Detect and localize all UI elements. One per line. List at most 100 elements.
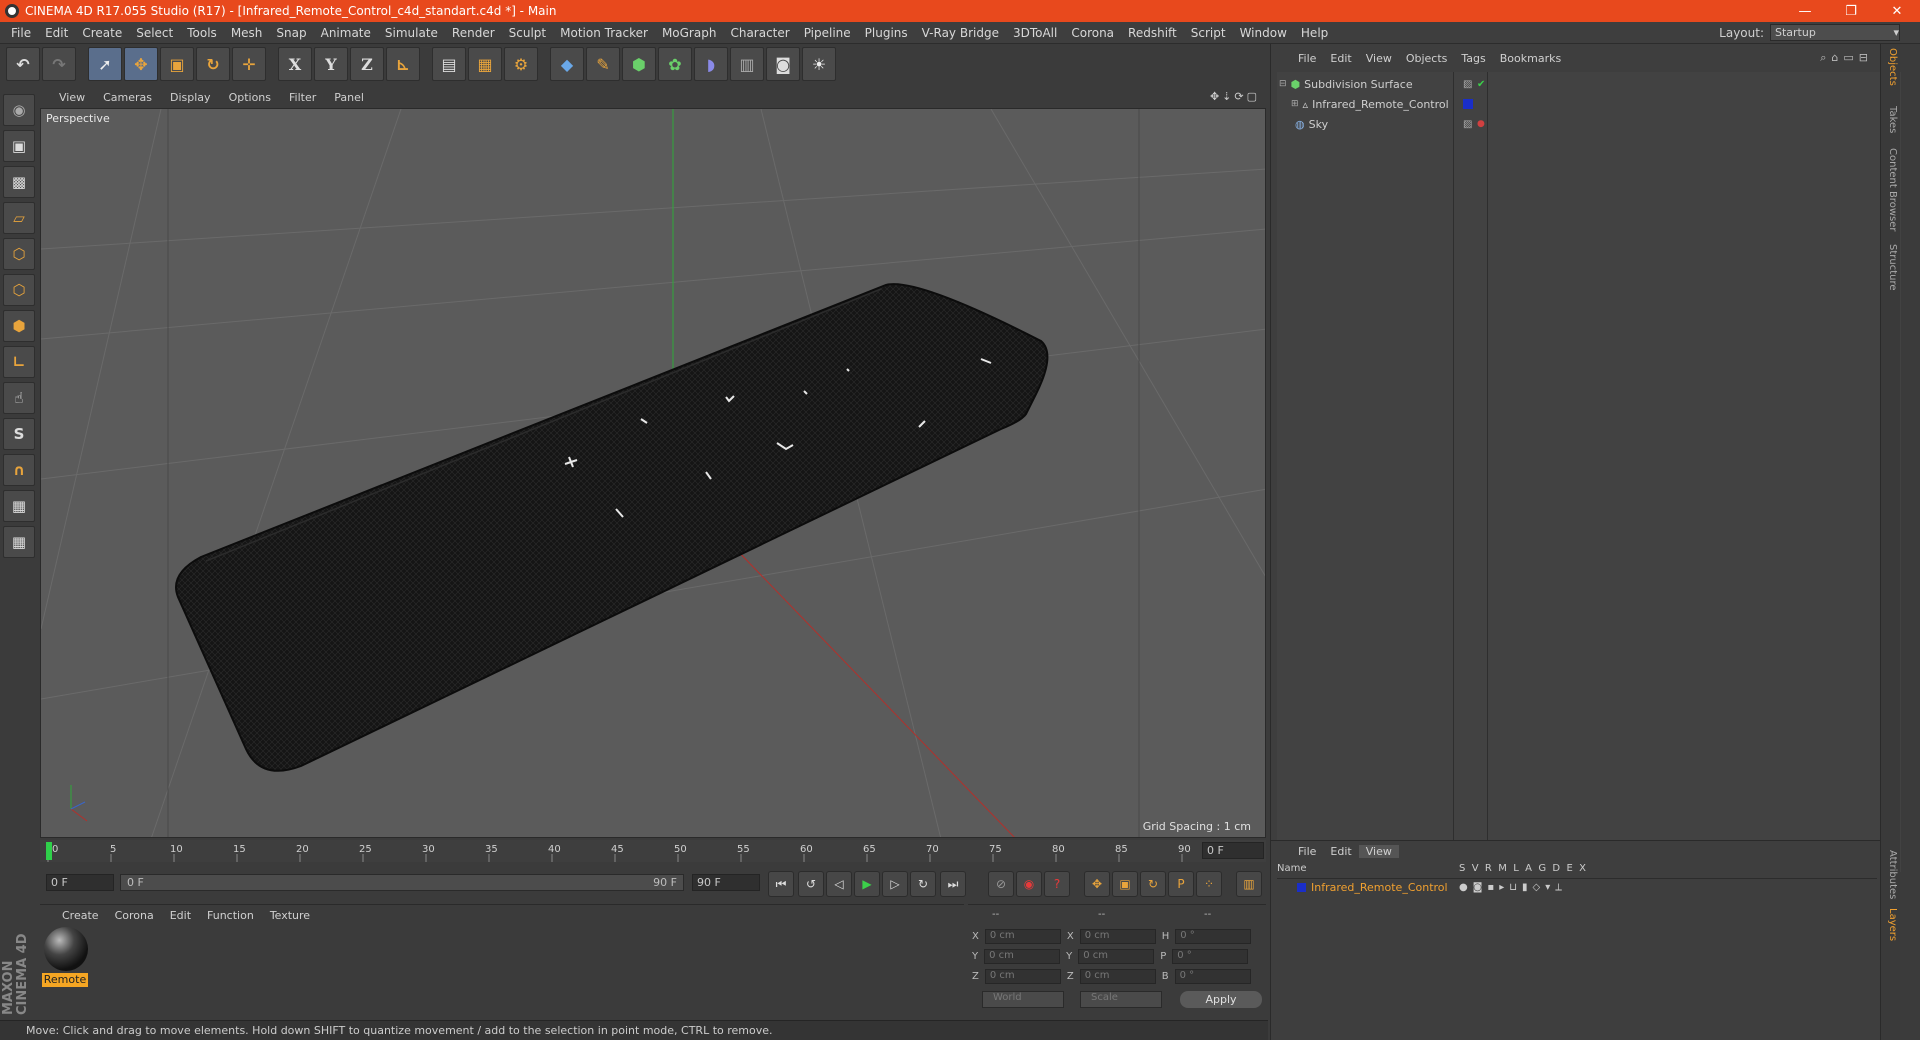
scale-tool-icon[interactable]: ▣ [160,47,194,81]
position-y-field[interactable]: 0 cm [984,949,1061,964]
material-menu-texture[interactable]: Texture [262,909,318,922]
menu-motion-tracker[interactable]: Motion Tracker [553,26,655,40]
layers-menu-file[interactable]: File [1291,845,1323,858]
rotate-tool-icon[interactable]: ↻ [196,47,230,81]
position-x-field[interactable]: 0 cm [984,929,1061,944]
render-view-icon[interactable]: ▤ [432,47,466,81]
timeline-ruler[interactable]: 0 5 10 15 20 25 30 35 40 45 50 55 60 65 … [40,840,1266,862]
tab-takes[interactable]: Takes [1887,106,1898,133]
layers-menu-edit[interactable]: Edit [1323,845,1358,858]
make-editable-icon[interactable]: ◉ [3,94,35,126]
menu-window[interactable]: Window [1233,26,1294,40]
cube-primitive-icon[interactable]: ◆ [550,47,584,81]
material-menu-create[interactable]: Create [54,909,107,922]
menu-tools[interactable]: Tools [180,26,224,40]
object-row-infrared-remote-control[interactable]: ⊞ ▵ Infrared_Remote_Control [1277,94,1901,114]
maximize-button[interactable]: ❐ [1828,0,1874,22]
object-name[interactable]: Subdivision Surface [1304,78,1412,91]
om-menu-bookmarks[interactable]: Bookmarks [1493,52,1568,65]
deformer-icon[interactable]: ◗ [694,47,728,81]
workplane-mode-icon[interactable]: ▱ [3,202,35,234]
menu-help[interactable]: Help [1294,26,1335,40]
key-rotation-icon[interactable]: ↻ [1140,871,1166,897]
select-arrow-icon[interactable]: ➚ [88,47,122,81]
menu-render[interactable]: Render [445,26,502,40]
tweak-mode-icon[interactable]: ☝ [3,382,35,414]
rotation-h-field[interactable]: 0 ° [1175,929,1252,944]
play-icon[interactable]: ▶ [854,871,880,897]
key-parameter-icon[interactable]: P [1168,871,1194,897]
menu-edit[interactable]: Edit [38,26,75,40]
undo-icon[interactable]: ↶ [6,47,40,81]
infrared-remote-control-mesh[interactable] [175,283,1049,772]
workplane-rotate-icon[interactable]: ▦ [3,526,35,558]
material-tag-icon[interactable] [1463,99,1473,109]
scale-dropdown[interactable]: Scale [1080,991,1162,1008]
om-menu-tags[interactable]: Tags [1454,52,1492,65]
subdivision-surface-icon[interactable]: ⬢ [622,47,656,81]
key-scale-icon[interactable]: ▣ [1112,871,1138,897]
menu-create[interactable]: Create [75,26,129,40]
object-name[interactable]: Sky [1309,118,1328,131]
position-z-field[interactable]: 0 cm [984,969,1061,984]
next-key-icon[interactable]: ↻ [910,871,936,897]
viewport-menu-panel[interactable]: Panel [325,91,373,104]
camera-icon[interactable]: ◙ [766,47,800,81]
menu-sculpt[interactable]: Sculpt [502,26,553,40]
viewport-menu-view[interactable]: View [50,91,94,104]
layer-toggle-icons[interactable]: ●◙▪▸⊔▮◇▾⟂ [1459,882,1567,893]
viewport-navigation-icons[interactable]: ✥⇣⟳▢ [1210,90,1260,103]
menu-mesh[interactable]: Mesh [224,26,270,40]
snap-magnet-icon[interactable]: ∩ [3,454,35,486]
menu-file[interactable]: File [4,26,38,40]
object-row-sky[interactable]: ◍ Sky ▨ ● [1277,114,1901,134]
keyframe-selection-icon[interactable]: ? [1044,871,1070,897]
size-y-field[interactable]: 0 cm [1078,949,1155,964]
edges-mode-icon[interactable]: ⬡ [3,274,35,306]
go-to-start-icon[interactable]: ⏮ [768,871,794,897]
om-menu-view[interactable]: View [1359,52,1399,65]
menu-select[interactable]: Select [129,26,180,40]
next-frame-icon[interactable]: ▷ [882,871,908,897]
menu-pipeline[interactable]: Pipeline [797,26,858,40]
menu-corona[interactable]: Corona [1064,26,1121,40]
rotation-b-field[interactable]: 0 ° [1174,969,1251,984]
render-dot-icon[interactable]: ● [1477,119,1485,129]
menu-script[interactable]: Script [1184,26,1233,40]
mograph-cloner-icon[interactable]: ✿ [658,47,692,81]
tab-attributes[interactable]: Attributes [1887,850,1898,899]
current-frame-field[interactable]: 0 F [1202,842,1264,859]
menu-3dtoall[interactable]: 3DToAll [1006,26,1064,40]
timeline-layout-icon[interactable]: ▥ [1236,871,1262,897]
tab-layers[interactable]: Layers [1887,908,1898,941]
minimize-button[interactable]: — [1782,0,1828,22]
floor-grid-icon[interactable]: ▥ [730,47,764,81]
redo-icon[interactable]: ↷ [42,47,76,81]
texture-mode-icon[interactable]: ▩ [3,166,35,198]
end-frame-field[interactable]: 90 F [692,874,760,891]
tab-content-browser[interactable]: Content Browser [1887,148,1898,231]
viewport-menu-filter[interactable]: Filter [280,91,325,104]
layout-dropdown[interactable]: Startup ▾ [1770,24,1900,41]
render-picture-viewer-icon[interactable]: ▦ [468,47,502,81]
x-axis-lock-icon[interactable]: X [278,47,312,81]
key-pla-icon[interactable]: ⁘ [1196,871,1222,897]
layer-name[interactable]: Infrared_Remote_Control [1311,881,1448,894]
menu-vray-bridge[interactable]: V-Ray Bridge [915,26,1006,40]
previous-key-icon[interactable]: ↺ [798,871,824,897]
menu-character[interactable]: Character [723,26,796,40]
om-toolbar-icons[interactable]: ⌕⌂▭⊟ [1820,51,1873,65]
workplane-lock-icon[interactable]: ▦ [3,490,35,522]
autokey-icon[interactable]: ◉ [1016,871,1042,897]
polygons-mode-icon[interactable]: ⬢ [3,310,35,342]
viewport-menu-display[interactable]: Display [161,91,220,104]
menu-plugins[interactable]: Plugins [858,26,915,40]
render-settings-icon[interactable]: ⚙ [504,47,538,81]
material-name-label[interactable]: Remote [42,973,88,987]
menu-snap[interactable]: Snap [269,26,313,40]
tab-structure[interactable]: Structure [1887,244,1898,291]
object-row-subdivision-surface[interactable]: ⊟ ⬢ Subdivision Surface ▨ ✔ [1277,74,1901,94]
menu-redshift[interactable]: Redshift [1121,26,1184,40]
go-to-end-icon[interactable]: ⏭ [940,871,966,897]
perspective-viewport[interactable]: Perspective Grid Spacing : 1 cm [40,108,1266,838]
